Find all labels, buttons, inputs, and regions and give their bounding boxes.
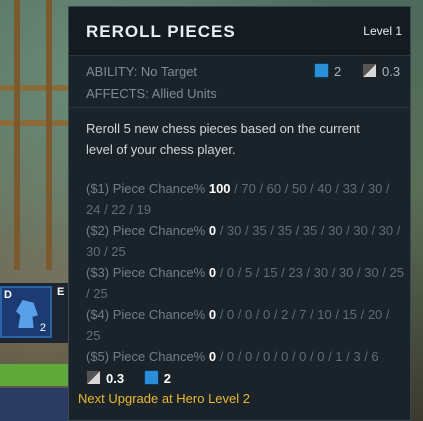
- ability-title: REROLL PIECES: [86, 22, 236, 41]
- mana-cost-value: 2: [334, 64, 342, 79]
- chance-label: ($2) Piece Chance%: [86, 223, 209, 238]
- fence-rail: [0, 85, 70, 91]
- mana-cost: 2: [314, 63, 341, 79]
- chance-label: ($3) Piece Chance%: [86, 265, 209, 280]
- tooltip-header: REROLL PIECES Level 1: [69, 7, 410, 56]
- chance-label: ($5) Piece Chance%: [86, 349, 209, 364]
- piece-chance-4: ($4) Piece Chance% 0 / 0 / 0 / 0 / 2 / 7…: [86, 304, 406, 346]
- bottom-cooldown-value: 0.3: [106, 371, 125, 386]
- cooldown-icon: [86, 370, 101, 385]
- bottom-cooldown: 0.3: [86, 370, 125, 386]
- chance-current: 0: [208, 349, 217, 364]
- chess-knight-icon: [16, 300, 38, 328]
- cooldown-value: 0.3: [382, 64, 401, 79]
- ability-description: Reroll 5 new chess pieces based on the c…: [86, 121, 360, 157]
- bench-slot-e[interactable]: E: [57, 286, 68, 300]
- fence-post: [46, 0, 52, 270]
- upgrade-note: Next Upgrade at Hero Level 2: [78, 391, 250, 406]
- ability-meta: ABILITY: No Target AFFECTS: Allied Units…: [69, 55, 410, 108]
- fence-rail: [0, 120, 70, 126]
- chance-current: 100: [208, 181, 231, 196]
- piece-chance-5: ($5) Piece Chance% 0 / 0 / 0 / 0 / 0 / 0…: [86, 346, 406, 367]
- bottom-costs: 0.3 2: [86, 370, 187, 386]
- bottom-mana-value: 2: [163, 371, 171, 386]
- chance-current: 0: [208, 265, 217, 280]
- slot-hotkey: D: [4, 289, 12, 301]
- chance-current: 0: [208, 223, 217, 238]
- chance-rest: / 0 / 0 / 0 / 0 / 0 / 0 / 1 / 3 / 6: [216, 349, 379, 364]
- cooldown: 0.3: [362, 63, 400, 79]
- bottom-mana: 2: [143, 370, 171, 386]
- slot-count: 2: [39, 322, 46, 334]
- chance-current: 0: [208, 307, 217, 322]
- ability-level: Level 1: [363, 24, 402, 38]
- piece-chance-3: ($3) Piece Chance% 0 / 0 / 5 / 15 / 23 /…: [86, 262, 406, 304]
- ability-type: ABILITY: No Target: [86, 64, 198, 79]
- piece-chance-2: ($2) Piece Chance% 0 / 30 / 35 / 35 / 35…: [86, 220, 406, 262]
- mana-icon: [143, 370, 159, 385]
- ability-affects: AFFECTS: Allied Units: [86, 86, 217, 101]
- ability-tooltip: REROLL PIECES Level 1 ABILITY: No Target…: [68, 6, 411, 421]
- cooldown-icon: [362, 63, 377, 78]
- chance-label: ($1) Piece Chance%: [86, 181, 209, 196]
- chance-label: ($4) Piece Chance%: [86, 307, 209, 322]
- bench-slot-d[interactable]: D 2: [0, 286, 52, 338]
- fence-post: [14, 0, 20, 270]
- health-bar: [0, 364, 68, 386]
- hud-strip: [0, 388, 68, 421]
- mana-icon: [314, 63, 329, 78]
- piece-chance-1: ($1) Piece Chance% 100 / 70 / 60 / 50 / …: [86, 178, 406, 220]
